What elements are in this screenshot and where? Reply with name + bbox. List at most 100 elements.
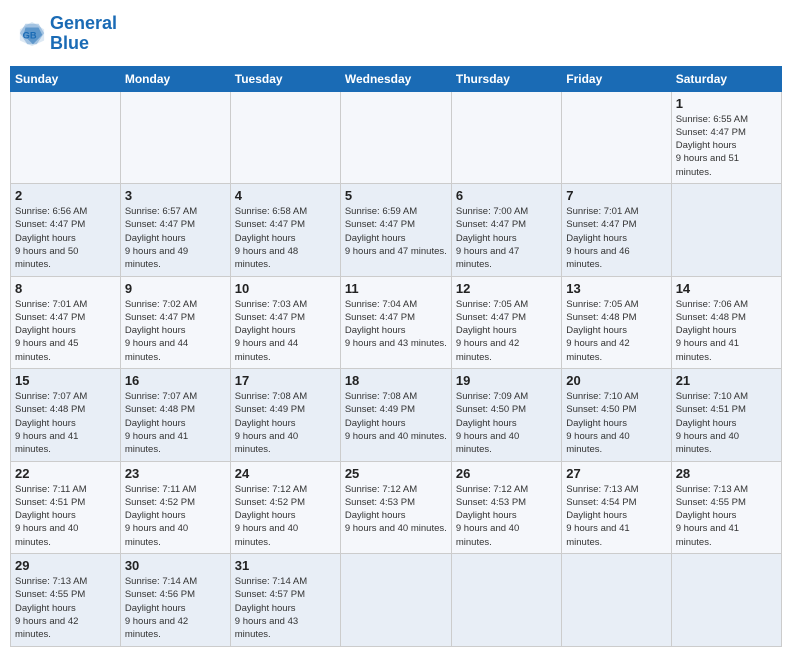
calendar-cell: 13Sunrise: 7:05 AMSunset: 4:48 PMDayligh… xyxy=(562,276,671,368)
day-of-week-header: Friday xyxy=(562,66,671,91)
day-detail: Sunrise: 6:56 AMSunset: 4:47 PMDaylight … xyxy=(15,205,116,271)
day-number: 11 xyxy=(345,281,447,296)
day-number: 25 xyxy=(345,466,447,481)
day-number: 12 xyxy=(456,281,557,296)
logo: GB General Blue xyxy=(18,14,117,54)
day-detail: Sunrise: 7:12 AMSunset: 4:53 PMDaylight … xyxy=(456,483,557,549)
day-number: 10 xyxy=(235,281,336,296)
day-number: 19 xyxy=(456,373,557,388)
calendar-cell: 27 Sunrise: 7:13 AMSunset: 4:54 PMDayligh… xyxy=(562,461,671,553)
day-number: 15 xyxy=(15,373,116,388)
day-number: 6 xyxy=(456,188,557,203)
day-of-week-header: Saturday xyxy=(671,66,781,91)
calendar-table: SundayMondayTuesdayWednesdayThursdayFrid… xyxy=(10,66,782,647)
day-detail: Sunrise: 7:13 AMSunset: 4:54 PMDaylight … xyxy=(566,483,666,549)
day-number: 9 xyxy=(125,281,226,296)
calendar-week-row: 2 Sunrise: 6:56 AMSunset: 4:47 PMDaylight… xyxy=(11,184,782,276)
day-of-week-header: Tuesday xyxy=(230,66,340,91)
calendar-cell: 5Sunrise: 6:59 AMSunset: 4:47 PMDaylight… xyxy=(340,184,451,276)
day-detail: Sunrise: 7:08 AMSunset: 4:49 PMDaylight … xyxy=(345,390,447,443)
calendar-cell: 26Sunrise: 7:12 AMSunset: 4:53 PMDayligh… xyxy=(451,461,561,553)
day-detail: Sunrise: 7:05 AMSunset: 4:48 PMDaylight … xyxy=(566,298,666,364)
calendar-cell: 7 Sunrise: 7:01 AMSunset: 4:47 PMDaylight… xyxy=(562,184,671,276)
calendar-cell: 30Sunrise: 7:14 AMSunset: 4:56 PMDayligh… xyxy=(120,554,230,646)
calendar-cell: 8 Sunrise: 7:01 AMSunset: 4:47 PMDaylight… xyxy=(11,276,121,368)
calendar-cell xyxy=(451,91,561,183)
day-number: 4 xyxy=(235,188,336,203)
calendar-cell: 24 Sunrise: 7:12 AMSunset: 4:52 PMDayligh… xyxy=(230,461,340,553)
svg-text:GB: GB xyxy=(23,30,37,40)
day-number: 8 xyxy=(15,281,116,296)
calendar-cell xyxy=(562,554,671,646)
day-detail: Sunrise: 7:12 AMSunset: 4:53 PMDaylight … xyxy=(345,483,447,536)
calendar-header-row: SundayMondayTuesdayWednesdayThursdayFrid… xyxy=(11,66,782,91)
day-detail: Sunrise: 7:11 AMSunset: 4:51 PMDaylight … xyxy=(15,483,116,549)
day-number: 21 xyxy=(676,373,777,388)
day-number: 29 xyxy=(15,558,116,573)
day-detail: Sunrise: 6:57 AMSunset: 4:47 PMDaylight … xyxy=(125,205,226,271)
day-detail: Sunrise: 7:05 AMSunset: 4:47 PMDaylight … xyxy=(456,298,557,364)
calendar-cell: 6 Sunrise: 7:00 AMSunset: 4:47 PMDaylight… xyxy=(451,184,561,276)
calendar-cell: 15Sunrise: 7:07 AMSunset: 4:48 PMDayligh… xyxy=(11,369,121,461)
day-number: 22 xyxy=(15,466,116,481)
calendar-cell xyxy=(562,91,671,183)
day-of-week-header: Sunday xyxy=(11,66,121,91)
day-detail: Sunrise: 7:02 AMSunset: 4:47 PMDaylight … xyxy=(125,298,226,364)
calendar-week-row: 29Sunrise: 7:13 AMSunset: 4:55 PMDayligh… xyxy=(11,554,782,646)
calendar-cell xyxy=(671,184,781,276)
day-number: 28 xyxy=(676,466,777,481)
day-number: 16 xyxy=(125,373,226,388)
calendar-cell xyxy=(451,554,561,646)
day-number: 2 xyxy=(15,188,116,203)
day-detail: Sunrise: 7:12 AMSunset: 4:52 PMDaylight … xyxy=(235,483,336,549)
day-number: 14 xyxy=(676,281,777,296)
calendar-cell xyxy=(340,554,451,646)
calendar-cell: 18 Sunrise: 7:08 AMSunset: 4:49 PMDayligh… xyxy=(340,369,451,461)
calendar-cell: 4 Sunrise: 6:58 AMSunset: 4:47 PMDaylight… xyxy=(230,184,340,276)
day-of-week-header: Monday xyxy=(120,66,230,91)
day-number: 18 xyxy=(345,373,447,388)
day-detail: Sunrise: 7:10 AMSunset: 4:51 PMDaylight … xyxy=(676,390,777,456)
day-number: 17 xyxy=(235,373,336,388)
calendar-cell: 28Sunrise: 7:13 AMSunset: 4:55 PMDayligh… xyxy=(671,461,781,553)
day-detail: Sunrise: 6:58 AMSunset: 4:47 PMDaylight … xyxy=(235,205,336,271)
day-of-week-header: Wednesday xyxy=(340,66,451,91)
calendar-cell: 14 Sunrise: 7:06 AMSunset: 4:48 PMDayligh… xyxy=(671,276,781,368)
day-detail: Sunrise: 7:01 AMSunset: 4:47 PMDaylight … xyxy=(566,205,666,271)
calendar-cell: 23 Sunrise: 7:11 AMSunset: 4:52 PMDayligh… xyxy=(120,461,230,553)
calendar-week-row: 15Sunrise: 7:07 AMSunset: 4:48 PMDayligh… xyxy=(11,369,782,461)
page-header: GB General Blue xyxy=(10,10,782,58)
day-number: 24 xyxy=(235,466,336,481)
day-number: 3 xyxy=(125,188,226,203)
day-number: 7 xyxy=(566,188,666,203)
day-detail: Sunrise: 7:01 AMSunset: 4:47 PMDaylight … xyxy=(15,298,116,364)
day-detail: Sunrise: 7:11 AMSunset: 4:52 PMDaylight … xyxy=(125,483,226,549)
calendar-cell: 17Sunrise: 7:08 AMSunset: 4:49 PMDayligh… xyxy=(230,369,340,461)
day-number: 23 xyxy=(125,466,226,481)
day-number: 30 xyxy=(125,558,226,573)
day-detail: Sunrise: 7:10 AMSunset: 4:50 PMDaylight … xyxy=(566,390,666,456)
day-number: 27 xyxy=(566,466,666,481)
calendar-cell xyxy=(11,91,121,183)
day-detail: Sunrise: 7:00 AMSunset: 4:47 PMDaylight … xyxy=(456,205,557,271)
day-detail: Sunrise: 7:04 AMSunset: 4:47 PMDaylight … xyxy=(345,298,447,351)
day-detail: Sunrise: 6:59 AMSunset: 4:47 PMDaylight … xyxy=(345,205,447,258)
calendar-cell: 22 Sunrise: 7:11 AMSunset: 4:51 PMDayligh… xyxy=(11,461,121,553)
day-detail: Sunrise: 6:55 AMSunset: 4:47 PMDaylight … xyxy=(676,113,777,179)
calendar-cell: 16Sunrise: 7:07 AMSunset: 4:48 PMDayligh… xyxy=(120,369,230,461)
day-of-week-header: Thursday xyxy=(451,66,561,91)
calendar-cell: 21 Sunrise: 7:10 AMSunset: 4:51 PMDayligh… xyxy=(671,369,781,461)
day-detail: Sunrise: 7:14 AMSunset: 4:57 PMDaylight … xyxy=(235,575,336,641)
day-number: 1 xyxy=(676,96,777,111)
calendar-cell: 11 Sunrise: 7:04 AMSunset: 4:47 PMDayligh… xyxy=(340,276,451,368)
day-number: 20 xyxy=(566,373,666,388)
calendar-cell xyxy=(340,91,451,183)
calendar-cell: 25 Sunrise: 7:12 AMSunset: 4:53 PMDayligh… xyxy=(340,461,451,553)
calendar-week-row: 22 Sunrise: 7:11 AMSunset: 4:51 PMDayligh… xyxy=(11,461,782,553)
calendar-cell: 19Sunrise: 7:09 AMSunset: 4:50 PMDayligh… xyxy=(451,369,561,461)
logo-icon: GB xyxy=(18,20,46,48)
day-detail: Sunrise: 7:06 AMSunset: 4:48 PMDaylight … xyxy=(676,298,777,364)
calendar-cell: 31Sunrise: 7:14 AMSunset: 4:57 PMDayligh… xyxy=(230,554,340,646)
calendar-cell xyxy=(120,91,230,183)
calendar-cell xyxy=(230,91,340,183)
